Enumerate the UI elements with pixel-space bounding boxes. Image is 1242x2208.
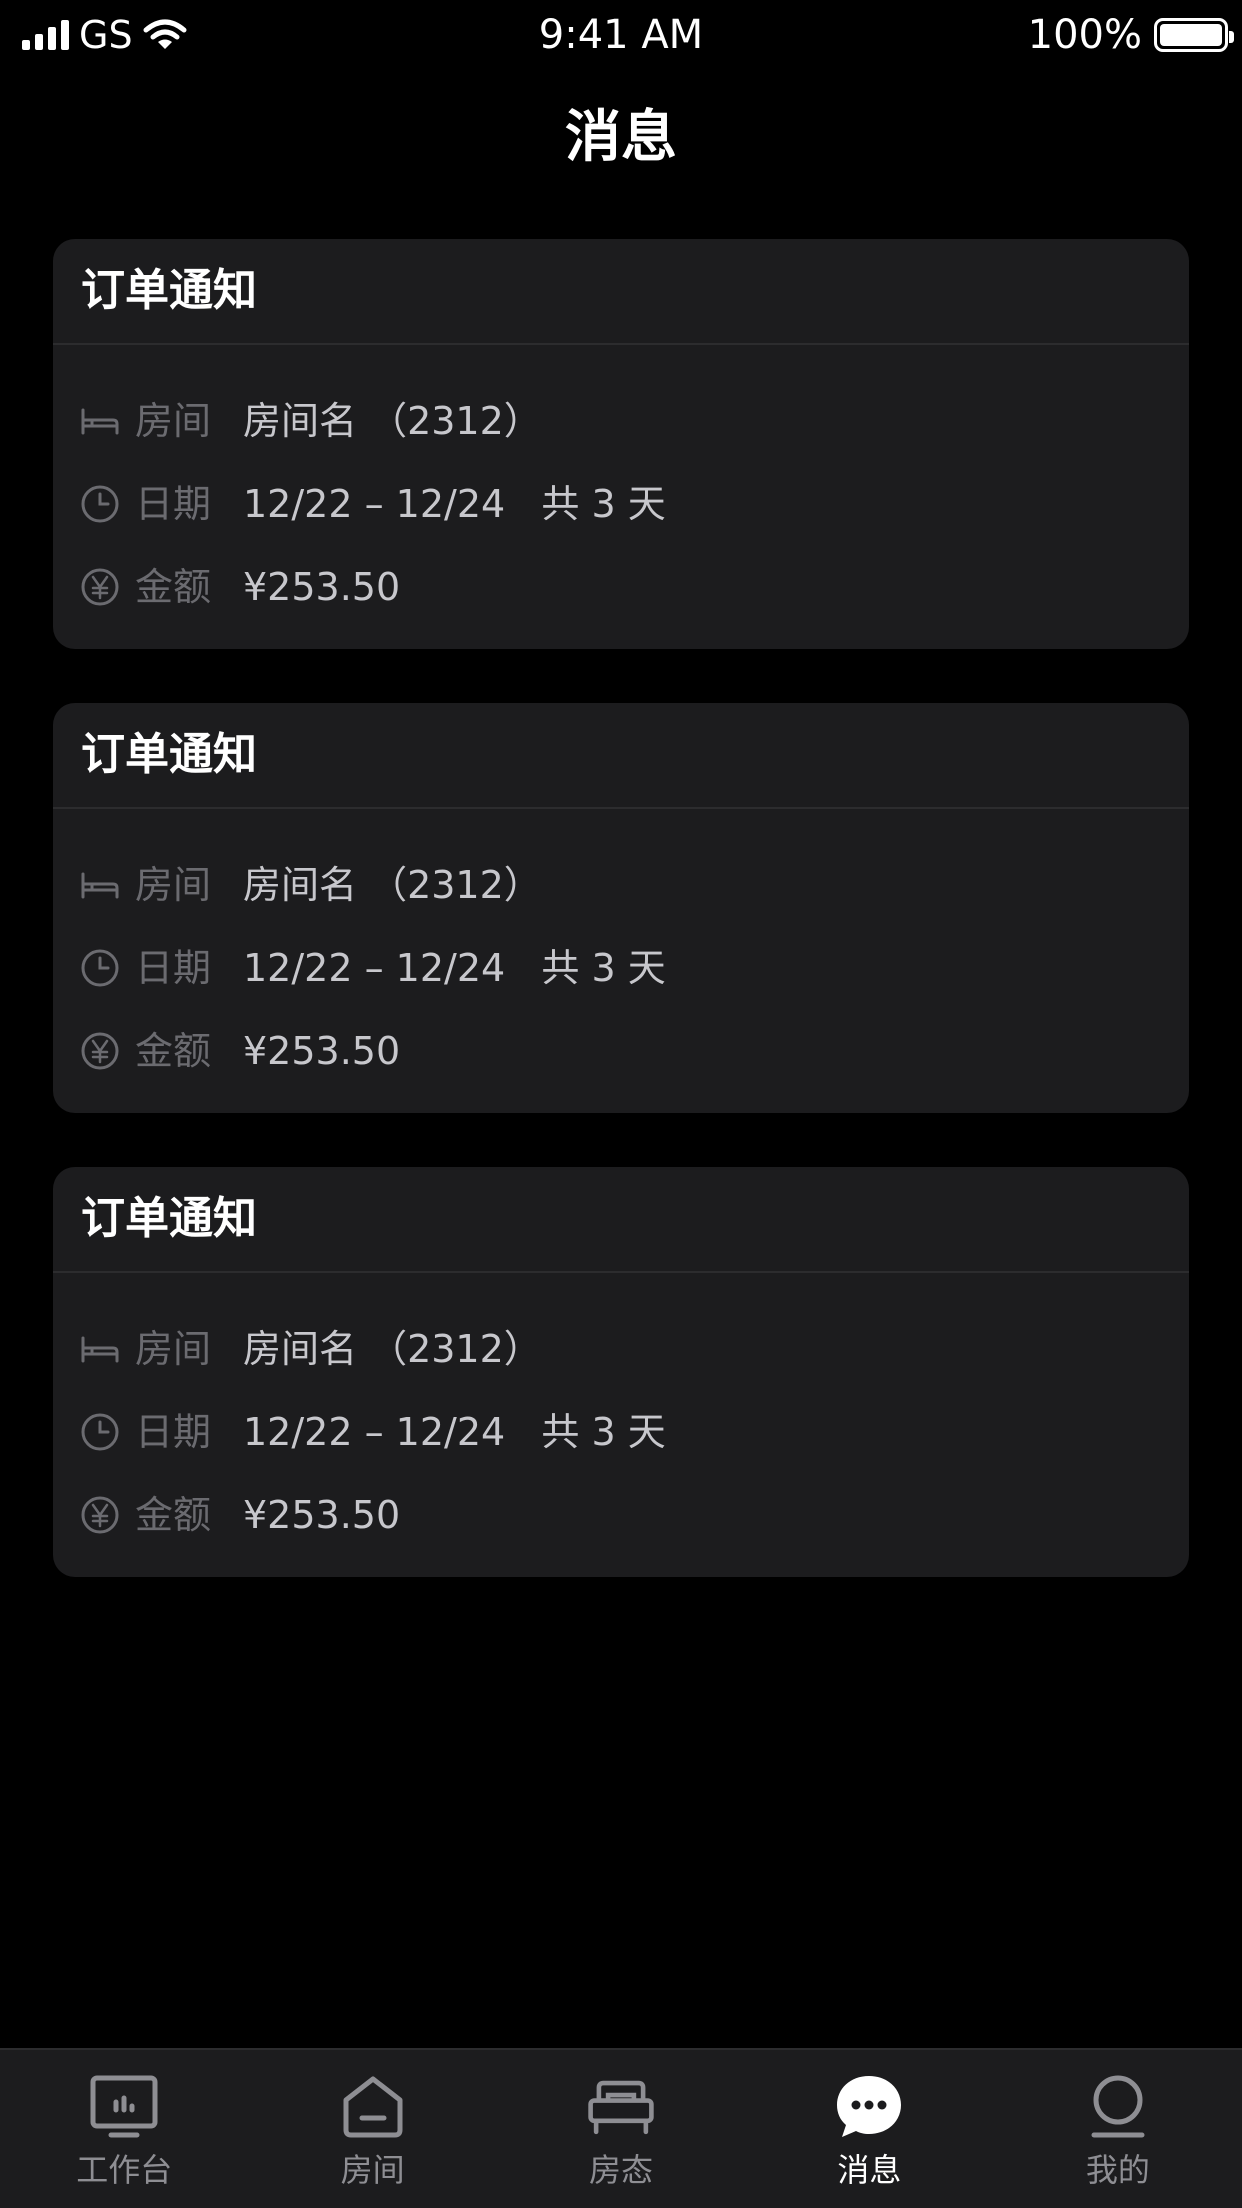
card-title: 订单通知: [81, 729, 257, 780]
battery-percentage: 100%: [1027, 12, 1142, 58]
tab-messages[interactable]: 消息: [745, 2050, 993, 2208]
date-row: 日期 12/22 – 12/24 共 3 天: [53, 1390, 1189, 1473]
monitor-icon: [89, 2072, 159, 2142]
clock-icon: [79, 1411, 121, 1453]
battery-icon: [1154, 18, 1234, 52]
card-title: 订单通知: [81, 265, 257, 316]
tab-label: 消息: [837, 2151, 902, 2189]
order-notification-card[interactable]: 订单通知 房间 房间名 （2312） 日期 12/22 – 12/24 共 3 …: [53, 703, 1189, 1113]
tab-mine[interactable]: 我的: [994, 2050, 1242, 2208]
amount-label: 金额: [135, 1028, 212, 1073]
card-header: 订单通知: [53, 239, 1189, 345]
amount-row: 金额 ¥253.50: [53, 1009, 1189, 1092]
date-label: 日期: [135, 481, 212, 526]
order-notification-card[interactable]: 订单通知 房间 房间名 （2312） 日期 12/22 – 12/24 共 3 …: [53, 239, 1189, 649]
tab-label: 房态: [589, 2151, 654, 2189]
date-value: 12/22 – 12/24 共 3 天: [243, 945, 666, 990]
card-body: 房间 房间名 （2312） 日期 12/22 – 12/24 共 3 天 金额 …: [53, 1273, 1189, 1556]
page-title: 消息: [565, 105, 677, 170]
tab-bar: 工作台 房间 房态 消息 我的: [0, 2048, 1242, 2208]
date-value: 12/22 – 12/24 共 3 天: [243, 1409, 666, 1454]
yen-icon: [79, 1030, 121, 1072]
tab-rooms[interactable]: 房间: [248, 2050, 496, 2208]
amount-value: ¥253.50: [243, 1492, 401, 1537]
date-row: 日期 12/22 – 12/24 共 3 天: [53, 926, 1189, 1009]
room-label: 房间: [135, 862, 212, 907]
room-row: 房间 房间名 （2312）: [53, 843, 1189, 926]
status-right: 100%: [1027, 12, 1234, 58]
tab-label: 工作台: [76, 2151, 173, 2189]
house-icon: [338, 2072, 408, 2142]
bed-icon: [586, 2072, 656, 2142]
card-body: 房间 房间名 （2312） 日期 12/22 – 12/24 共 3 天 金额 …: [53, 809, 1189, 1092]
clock-icon: [79, 947, 121, 989]
card-title: 订单通知: [81, 1193, 257, 1244]
yen-icon: [79, 1494, 121, 1536]
tab-label: 房间: [340, 2151, 405, 2189]
status-bar: GS 9:41 AM 100%: [0, 0, 1242, 70]
clock-icon: [79, 483, 121, 525]
messages-screen: GS 9:41 AM 100% 消息 订单通知 房间 房间名 （2312） 日期…: [0, 0, 1242, 2208]
date-value: 12/22 – 12/24 共 3 天: [243, 481, 666, 526]
amount-row: 金额 ¥253.50: [53, 1473, 1189, 1556]
card-header: 订单通知: [53, 1167, 1189, 1273]
date-row: 日期 12/22 – 12/24 共 3 天: [53, 462, 1189, 545]
tab-workbench[interactable]: 工作台: [0, 2050, 248, 2208]
card-header: 订单通知: [53, 703, 1189, 809]
yen-icon: [79, 566, 121, 608]
chat-bubble-icon: [834, 2072, 904, 2142]
room-value: 房间名 （2312）: [243, 1326, 542, 1371]
card-body: 房间 房间名 （2312） 日期 12/22 – 12/24 共 3 天 金额 …: [53, 345, 1189, 628]
room-row: 房间 房间名 （2312）: [53, 379, 1189, 462]
date-label: 日期: [135, 1409, 212, 1454]
bed-icon: [79, 400, 121, 442]
amount-value: ¥253.50: [243, 1028, 401, 1073]
room-label: 房间: [135, 398, 212, 443]
room-row: 房间 房间名 （2312）: [53, 1307, 1189, 1390]
person-icon: [1083, 2072, 1153, 2142]
tab-label: 我的: [1085, 2151, 1150, 2189]
amount-value: ¥253.50: [243, 564, 401, 609]
bed-icon: [79, 864, 121, 906]
tab-room-status[interactable]: 房态: [497, 2050, 745, 2208]
room-label: 房间: [135, 1326, 212, 1371]
date-label: 日期: [135, 945, 212, 990]
order-notification-card[interactable]: 订单通知 房间 房间名 （2312） 日期 12/22 – 12/24 共 3 …: [53, 1167, 1189, 1577]
room-value: 房间名 （2312）: [243, 862, 542, 907]
amount-label: 金额: [135, 564, 212, 609]
amount-label: 金额: [135, 1492, 212, 1537]
room-value: 房间名 （2312）: [243, 398, 542, 443]
bed-icon: [79, 1328, 121, 1370]
amount-row: 金额 ¥253.50: [53, 545, 1189, 628]
